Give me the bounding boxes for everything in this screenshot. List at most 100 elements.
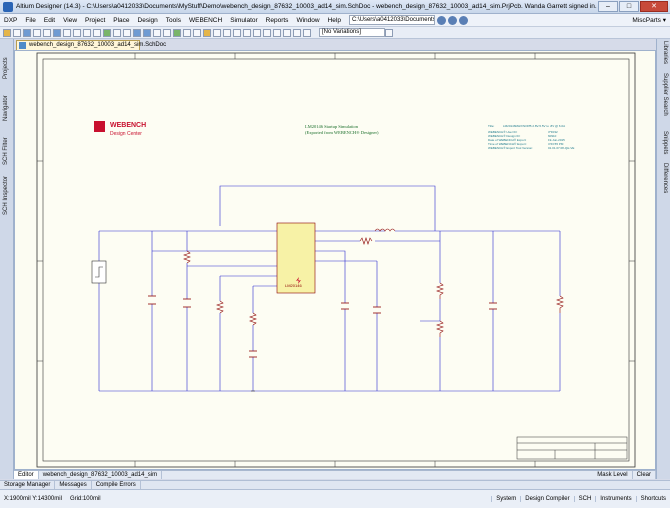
title-bar: Altium Designer (14.3) - C:\Users\a04120… [0, 0, 670, 14]
document-bottom-tab[interactable]: webench_design_87632_10003_ad14_sim [39, 471, 163, 479]
power-port-icon[interactable] [203, 28, 211, 37]
redo-icon[interactable] [143, 28, 151, 37]
editor-tab[interactable]: Editor [14, 471, 39, 479]
mask-controls: Mask Level Clear [593, 471, 656, 479]
altium-app-icon[interactable] [3, 1, 13, 12]
grid-size: Grid:100mil [69, 496, 101, 502]
open-folder-icon[interactable] [3, 28, 11, 37]
menu-simulator[interactable]: Simulator [226, 17, 261, 24]
cut-icon[interactable] [63, 28, 71, 37]
schematic-doc-icon [19, 42, 26, 49]
document-path-field[interactable]: C:\Users\a0412033\Documents\My [348, 15, 435, 25]
compile-errors-tab[interactable]: Compile Errors [92, 481, 141, 489]
info-title-label: Title: [488, 124, 495, 128]
bus-icon[interactable] [183, 28, 191, 37]
sheet-outer-border [36, 52, 636, 468]
sheet-subheading: (Exported from WEBENCH® Designer) [305, 130, 379, 135]
hierarchy-icon[interactable] [153, 28, 161, 37]
menu-help[interactable]: Help [324, 17, 345, 24]
left-side-panel: Projects Navigator SCH Filter SCH Inspec… [0, 39, 14, 479]
rectangle-icon[interactable] [293, 28, 301, 37]
system-button[interactable]: System [491, 496, 520, 502]
panel-tab-projects[interactable]: Projects [3, 57, 9, 79]
menu-dxp[interactable]: DXP [0, 17, 21, 24]
nav-forward-icon[interactable] [447, 15, 457, 25]
move-icon[interactable] [103, 28, 111, 37]
nav-back-icon[interactable] [436, 15, 446, 25]
messages-tab[interactable]: Messages [55, 481, 92, 489]
no-erc-icon[interactable] [263, 28, 271, 37]
menu-place[interactable]: Place [109, 17, 133, 24]
line-icon[interactable] [283, 28, 291, 37]
menu-reports[interactable]: Reports [262, 17, 293, 24]
panel-tab-supplier-search[interactable]: Supplier Search [662, 73, 668, 116]
menu-project[interactable]: Project [81, 17, 109, 24]
compile-icon[interactable] [303, 28, 311, 37]
main-toolbar: [No Variations] [0, 27, 670, 39]
clear-filter-icon[interactable] [123, 28, 131, 37]
home-icon[interactable] [458, 15, 468, 25]
design-compiler-button[interactable]: Design Compiler [520, 496, 573, 502]
variant-icon[interactable] [385, 28, 393, 37]
port-icon[interactable] [253, 28, 261, 37]
window-title: Altium Designer (14.3) - C:\Users\a04120… [16, 3, 597, 10]
ic-lm20146[interactable]: LM20146 [276, 222, 316, 294]
status-panel-buttons: System Design Compiler SCH Instruments S… [491, 496, 670, 502]
storage-manager-tab[interactable]: Storage Manager [0, 481, 56, 489]
info-tool-version-value: 01.01.07.08-QH-VE [548, 146, 574, 150]
variations-dropdown[interactable]: [No Variations] [319, 28, 385, 37]
status-bar: X:1900mil Y:14300mil Grid:100mil System … [0, 489, 670, 508]
save-icon[interactable] [23, 28, 31, 37]
mask-level-button[interactable]: Mask Level [593, 471, 633, 479]
menu-design[interactable]: Design [134, 17, 162, 24]
panel-tab-libraries[interactable]: Libraries [662, 41, 668, 64]
ground-icon[interactable] [213, 28, 221, 37]
editor-tab-strip: Editor webench_design_87632_10003_ad14_s… [14, 470, 656, 479]
ic-label: LM20146 [285, 283, 302, 288]
undo-icon[interactable] [133, 28, 141, 37]
logo-subtext: Design Center [110, 131, 142, 137]
net-label-icon[interactable] [193, 28, 201, 37]
panel-tab-snippets[interactable]: Snippets [662, 131, 668, 154]
menu-bar: DXP File Edit View Project Place Design … [0, 14, 670, 27]
instruments-button[interactable]: Instruments [595, 496, 635, 502]
sch-button[interactable]: SCH [573, 496, 596, 502]
sheet-symbol-icon[interactable] [233, 28, 241, 37]
copy-icon[interactable] [73, 28, 81, 37]
menu-view[interactable]: View [59, 17, 81, 24]
menu-file[interactable]: File [21, 17, 39, 24]
panel-tab-navigator[interactable]: Navigator [3, 95, 9, 121]
document-tab[interactable]: webench_design_87632_10003_ad14_sim.SchD… [16, 40, 166, 50]
deselect-icon[interactable] [113, 28, 121, 37]
new-document-icon[interactable] [13, 28, 21, 37]
schematic-sheet[interactable]: WEBENCH Design Center LM20146 Startup Si… [15, 51, 656, 470]
sheet-entry-icon[interactable] [243, 28, 251, 37]
paste-icon[interactable] [83, 28, 91, 37]
select-area-icon[interactable] [93, 28, 101, 37]
menu-tools[interactable]: Tools [162, 17, 185, 24]
print-icon[interactable] [33, 28, 41, 37]
wire-icon[interactable] [173, 28, 181, 37]
voltage-source[interactable] [91, 260, 107, 284]
schematic-canvas[interactable]: WEBENCH Design Center LM20146 Startup Si… [14, 50, 656, 470]
clear-button[interactable]: Clear [633, 471, 656, 479]
right-side-panel: Libraries Supplier Search Snippets Diffe… [656, 39, 670, 479]
panel-tab-differences[interactable]: Differences [662, 163, 668, 193]
zoom-fit-icon[interactable] [43, 28, 51, 37]
menu-webench[interactable]: WEBENCH [185, 17, 226, 24]
part-icon[interactable] [223, 28, 231, 37]
text-icon[interactable] [273, 28, 281, 37]
zoom-area-icon[interactable] [53, 28, 61, 37]
menu-window[interactable]: Window [292, 17, 323, 24]
misc-parts-dropdown[interactable]: MiscParts ▾ [632, 16, 666, 24]
close-button[interactable]: ✕ [640, 1, 668, 12]
panel-tab-sch-filter[interactable]: SCH Filter [3, 137, 9, 165]
sheet-heading: LM20146 Startup Simulation [305, 124, 359, 129]
maximize-button[interactable]: □ [619, 1, 639, 12]
panel-tab-sch-inspector[interactable]: SCH Inspector [3, 176, 9, 215]
minimize-button[interactable]: – [598, 1, 618, 12]
bottom-panel-tabs: Storage Manager Messages Compile Errors [0, 480, 670, 489]
cross-probe-icon[interactable] [163, 28, 171, 37]
shortcuts-button[interactable]: Shortcuts [635, 496, 670, 502]
menu-edit[interactable]: Edit [40, 17, 59, 24]
